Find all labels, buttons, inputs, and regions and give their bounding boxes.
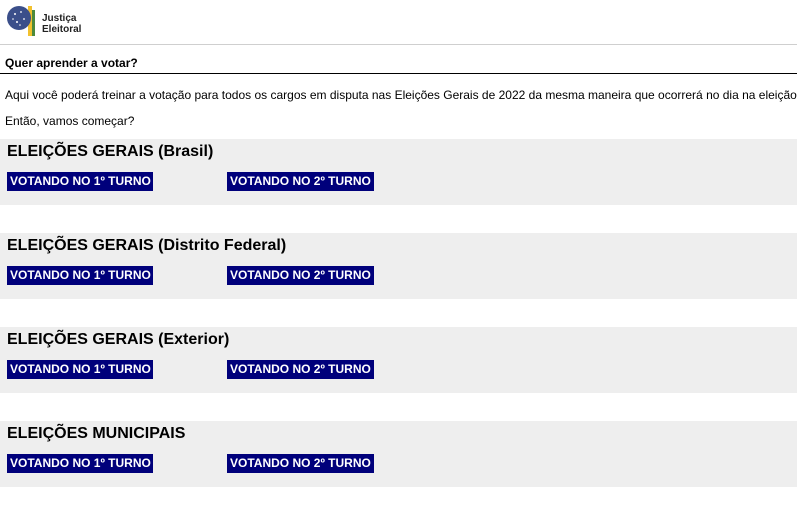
election-title: ELEIÇÕES GERAIS (Brasil) [7,143,214,160]
title-divider [0,73,797,74]
election-title: ELEIÇÕES GERAIS (Distrito Federal) [7,237,287,254]
page-title: Quer aprender a votar? [5,56,138,70]
logo-text: Justiça Eleitoral [42,13,81,35]
intro-text: Aqui você poderá treinar a votação para … [5,88,797,102]
first-turn-button[interactable]: VOTANDO NO 1º TURNO [7,172,153,191]
election-title: ELEIÇÕES MUNICIPAIS [7,425,186,442]
second-turn-button[interactable]: VOTANDO NO 2º TURNO [227,454,374,473]
first-turn-button[interactable]: VOTANDO NO 1º TURNO [7,266,153,285]
first-turn-button[interactable]: VOTANDO NO 1º TURNO [7,360,153,379]
second-turn-button[interactable]: VOTANDO NO 2º TURNO [227,172,374,191]
first-turn-button[interactable]: VOTANDO NO 1º TURNO [7,454,153,473]
logo-line1: Justiça [42,13,77,24]
election-block-brasil: ELEIÇÕES GERAIS (Brasil) VOTANDO NO 1º T… [0,139,797,205]
second-turn-button[interactable]: VOTANDO NO 2º TURNO [227,360,374,379]
election-block-municipais: ELEIÇÕES MUNICIPAIS VOTANDO NO 1º TURNO … [0,421,797,487]
header: Justiça Eleitoral [0,0,797,45]
election-block-exterior: ELEIÇÕES GERAIS (Exterior) VOTANDO NO 1º… [0,327,797,393]
logo-line2: Eleitoral [42,24,82,35]
prompt-text: Então, vamos começar? [5,114,135,128]
election-title: ELEIÇÕES GERAIS (Exterior) [7,331,230,348]
election-block-distrito-federal: ELEIÇÕES GERAIS (Distrito Federal) VOTAN… [0,233,797,299]
emblem-icon [7,6,35,36]
second-turn-button[interactable]: VOTANDO NO 2º TURNO [227,266,374,285]
justica-eleitoral-logo[interactable]: Justiça Eleitoral [6,4,86,40]
